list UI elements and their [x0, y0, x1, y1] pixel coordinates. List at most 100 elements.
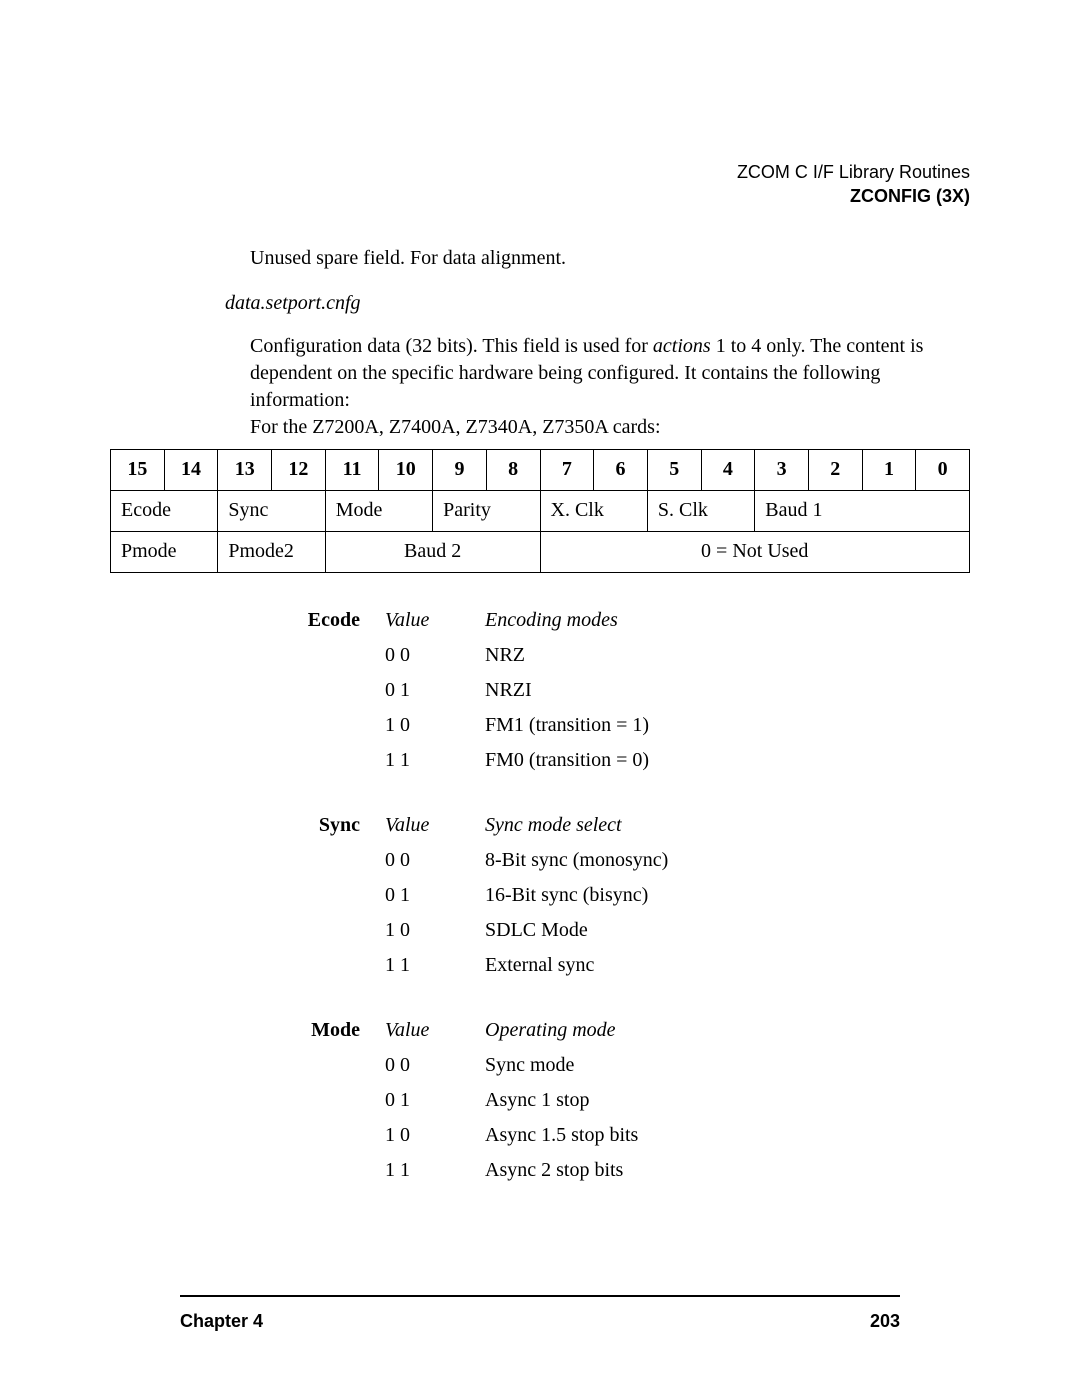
def-desc: FM0 (transition = 0) [485, 743, 865, 778]
table-row: 1 1External sync [230, 948, 865, 983]
def-value-heading: Value [385, 808, 485, 843]
config-desc-cards: For the Z7200A, Z7400A, Z7340A, Z7350A c… [250, 416, 661, 438]
def-desc: 16-Bit sync (bisync) [485, 878, 865, 913]
field-cell: Parity [433, 490, 540, 531]
bit-cell: 8 [486, 449, 540, 490]
def-value-heading: Value [385, 603, 485, 638]
def-value: 1 1 [385, 1153, 485, 1188]
field-cell: Baud 2 [325, 531, 540, 572]
def-desc: SDLC Mode [485, 913, 865, 948]
table-row: 1 0FM1 (transition = 1) [230, 708, 865, 743]
def-desc-heading: Encoding modes [485, 603, 865, 638]
def-desc-heading: Operating mode [485, 1013, 865, 1048]
definition-table: Sync Value Sync mode select 0 08-Bit syn… [230, 808, 865, 983]
footer-chapter: Chapter 4 [180, 1311, 263, 1332]
bit-cell: 5 [647, 449, 701, 490]
field-cell: Baud 1 [755, 490, 970, 531]
bit-cell: 10 [379, 449, 433, 490]
footer-page-number: 203 [870, 1311, 900, 1332]
setport-label: data.setport.cnfg [225, 292, 970, 315]
def-value: 1 1 [385, 743, 485, 778]
bit-cell: 4 [701, 449, 755, 490]
field-cell: Mode [325, 490, 432, 531]
bit-cell: 3 [755, 449, 809, 490]
bit-layout-table: 15 14 13 12 11 10 9 8 7 6 5 4 3 2 1 0 Ec… [110, 449, 970, 573]
bit-cell: 13 [218, 449, 272, 490]
def-desc-heading: Sync mode select [485, 808, 865, 843]
def-value: 0 0 [385, 1048, 485, 1083]
table-row: 1 1FM0 (transition = 0) [230, 743, 865, 778]
table-row: 0 1NRZI [230, 673, 865, 708]
def-desc: NRZI [485, 673, 865, 708]
def-value-heading: Value [385, 1013, 485, 1048]
field-cell: Ecode [111, 490, 218, 531]
def-value: 0 0 [385, 843, 485, 878]
ecode-definition: Ecode Value Encoding modes 0 0NRZ 0 1NRZ… [230, 603, 970, 778]
def-value: 1 1 [385, 948, 485, 983]
bit-cell: 6 [594, 449, 648, 490]
bit-cell: 12 [272, 449, 326, 490]
field-cell: Sync [218, 490, 325, 531]
table-row: 15 14 13 12 11 10 9 8 7 6 5 4 3 2 1 0 [111, 449, 970, 490]
bit-cell: 0 [916, 449, 970, 490]
definition-table: Ecode Value Encoding modes 0 0NRZ 0 1NRZ… [230, 603, 865, 778]
def-value: 0 1 [385, 673, 485, 708]
field-cell: S. Clk [647, 490, 754, 531]
def-value: 1 0 [385, 913, 485, 948]
def-value: 0 0 [385, 638, 485, 673]
table-row: 0 1Async 1 stop [230, 1083, 865, 1118]
def-value: 0 1 [385, 1083, 485, 1118]
bit-cell: 14 [164, 449, 218, 490]
page: ZCOM C I/F Library Routines ZCONFIG (3X)… [0, 0, 1080, 1397]
bit-cell: 2 [808, 449, 862, 490]
field-cell: X. Clk [540, 490, 647, 531]
def-value: 1 0 [385, 1118, 485, 1153]
def-desc: External sync [485, 948, 865, 983]
def-value: 0 1 [385, 878, 485, 913]
table-row: Ecode Value Encoding modes [230, 603, 865, 638]
header-line-2: ZCONFIG (3X) [110, 184, 970, 208]
config-description: Configuration data (32 bits). This field… [250, 333, 970, 441]
page-footer: Chapter 4 203 [180, 1311, 900, 1332]
def-desc: Async 1 stop [485, 1083, 865, 1118]
def-label: Sync [230, 808, 385, 843]
def-desc: NRZ [485, 638, 865, 673]
def-desc: Sync mode [485, 1048, 865, 1083]
sync-definition: Sync Value Sync mode select 0 08-Bit syn… [230, 808, 970, 983]
def-desc: FM1 (transition = 1) [485, 708, 865, 743]
bit-cell: 7 [540, 449, 594, 490]
table-row: Mode Value Operating mode [230, 1013, 865, 1048]
def-desc: Async 2 stop bits [485, 1153, 865, 1188]
table-row: 0 0Sync mode [230, 1048, 865, 1083]
table-row: 1 0Async 1.5 stop bits [230, 1118, 865, 1153]
table-row: Pmode Pmode2 Baud 2 0 = Not Used [111, 531, 970, 572]
bit-cell: 1 [862, 449, 916, 490]
def-label: Ecode [230, 603, 385, 638]
def-desc: 8-Bit sync (monosync) [485, 843, 865, 878]
bit-cell: 9 [433, 449, 487, 490]
config-desc-part1: Configuration data (32 bits). This field… [250, 335, 653, 357]
bit-cell: 15 [111, 449, 165, 490]
table-row: 0 116-Bit sync (bisync) [230, 878, 865, 913]
def-value: 1 0 [385, 708, 485, 743]
running-header: ZCOM C I/F Library Routines ZCONFIG (3X) [110, 160, 970, 209]
config-desc-actions: actions [653, 335, 711, 357]
table-row: Ecode Sync Mode Parity X. Clk S. Clk Bau… [111, 490, 970, 531]
table-row: 0 08-Bit sync (monosync) [230, 843, 865, 878]
def-label: Mode [230, 1013, 385, 1048]
spare-field-text: Unused spare field. For data alignment. [250, 247, 970, 270]
bit-cell: 11 [325, 449, 379, 490]
bit-table-container: 15 14 13 12 11 10 9 8 7 6 5 4 3 2 1 0 Ec… [110, 449, 970, 573]
definition-table: Mode Value Operating mode 0 0Sync mode 0… [230, 1013, 865, 1188]
table-row: Sync Value Sync mode select [230, 808, 865, 843]
footer-rule [180, 1295, 900, 1297]
field-cell: Pmode [111, 531, 218, 572]
table-row: 1 0SDLC Mode [230, 913, 865, 948]
def-desc: Async 1.5 stop bits [485, 1118, 865, 1153]
table-row: 0 0NRZ [230, 638, 865, 673]
field-cell: Pmode2 [218, 531, 325, 572]
mode-definition: Mode Value Operating mode 0 0Sync mode 0… [230, 1013, 970, 1188]
header-line-1: ZCOM C I/F Library Routines [110, 160, 970, 184]
table-row: 1 1Async 2 stop bits [230, 1153, 865, 1188]
field-cell: 0 = Not Used [540, 531, 970, 572]
